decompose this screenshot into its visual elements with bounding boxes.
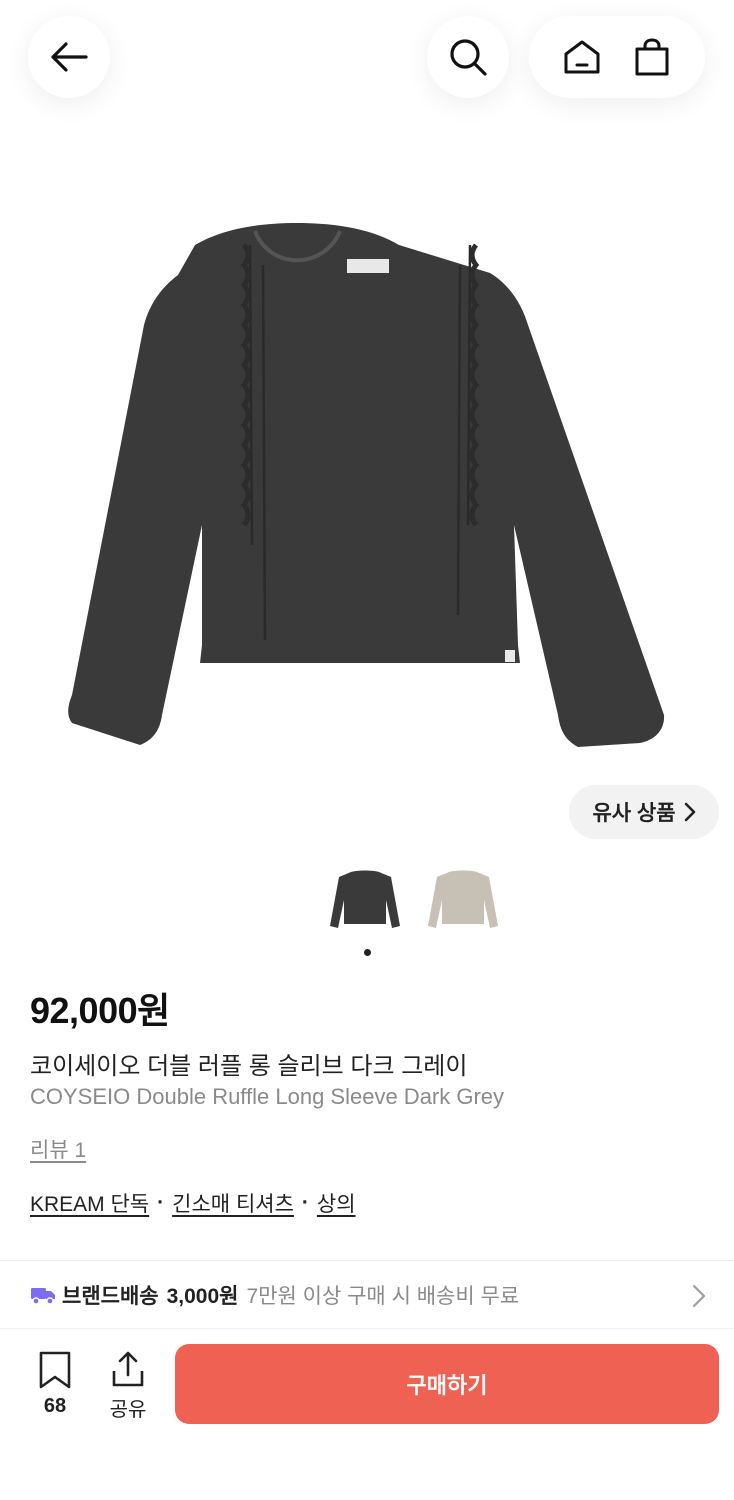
bookmark-button[interactable]: 68	[32, 1351, 78, 1418]
category-link-long-sleeve[interactable]: 긴소매 티셔츠	[172, 1188, 294, 1218]
truck-icon	[31, 1288, 55, 1305]
back-button[interactable]	[28, 16, 110, 98]
similar-products-label: 유사 상품	[592, 802, 676, 825]
share-icon	[112, 1351, 144, 1387]
sweater-image	[68, 223, 665, 747]
search-button[interactable]	[427, 16, 509, 98]
selected-indicator-dot	[364, 949, 371, 956]
section-divider	[0, 1260, 734, 1261]
similar-products-button[interactable]: 유사 상품	[569, 785, 719, 839]
breadcrumb-separator: ·	[157, 1191, 165, 1214]
thumbnail-light-grey[interactable]	[423, 862, 503, 940]
product-image[interactable]	[50, 195, 684, 765]
share-label: 공유	[109, 1399, 147, 1421]
shipping-fee: 3,000원	[166, 1285, 239, 1308]
share-button[interactable]: 공유	[104, 1351, 152, 1422]
category-link-kream-exclusive[interactable]: KREAM 단독	[30, 1188, 149, 1218]
home-icon	[564, 40, 600, 74]
chevron-right-icon	[684, 802, 695, 822]
color-thumbnails	[325, 862, 503, 940]
category-link-tops[interactable]: 상의	[317, 1188, 356, 1218]
light-grey-sweater-thumb	[428, 870, 498, 928]
buy-button[interactable]: 구매하기	[175, 1344, 719, 1424]
thumbnail-dark-grey[interactable]	[325, 862, 405, 940]
review-link[interactable]: 리뷰 1	[30, 1134, 86, 1164]
cart-button[interactable]	[628, 33, 676, 81]
bottom-action-bar: 68 공유 구매하기	[0, 1328, 734, 1500]
arrow-left-icon	[51, 42, 88, 72]
breadcrumb-separator: ·	[301, 1191, 309, 1214]
product-name-english: COYSEIO Double Ruffle Long Sleeve Dark G…	[30, 1084, 505, 1109]
product-price: 92,000원	[30, 990, 170, 1031]
dark-grey-sweater-thumb	[330, 870, 400, 928]
bookmark-icon	[39, 1351, 71, 1389]
chevron-right-icon	[693, 1285, 705, 1307]
search-icon	[450, 39, 487, 76]
product-name-korean: 코이세이오 더블 러플 롱 슬리브 다크 그레이	[30, 1053, 468, 1080]
shipping-info-row[interactable]: 브랜드배송 3,000원 7만원 이상 구매 시 배송비 무료	[0, 1262, 734, 1328]
top-bar	[0, 0, 734, 150]
home-cart-group	[529, 16, 705, 98]
shopping-bag-icon	[635, 38, 669, 76]
category-breadcrumb: KREAM 단독 · 긴소매 티셔츠 · 상의	[30, 1188, 356, 1218]
shipping-label: 브랜드배송	[62, 1285, 159, 1308]
shipping-note: 7만원 이상 구매 시 배송비 무료	[246, 1285, 520, 1308]
bookmark-count: 68	[43, 1395, 67, 1417]
home-button[interactable]	[558, 33, 606, 81]
